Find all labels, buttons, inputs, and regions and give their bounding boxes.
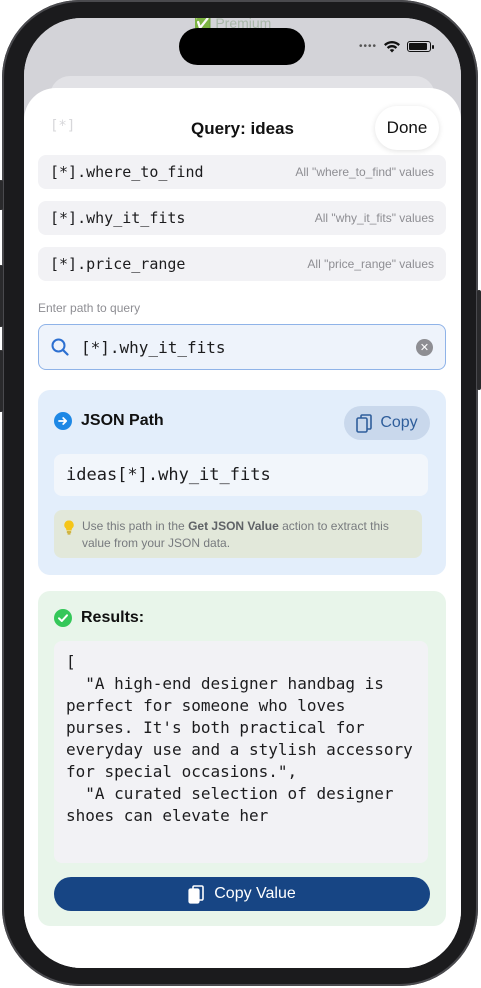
battery-icon [407, 41, 434, 52]
results-header: Results: [54, 609, 144, 627]
results-title: Results: [81, 609, 145, 626]
tip-prefix: Use this path in the [82, 519, 189, 533]
copy-button-label: Copy [380, 414, 418, 431]
signal-icon: •••• [358, 41, 377, 52]
copy-icon [188, 884, 205, 904]
copy-button[interactable]: Copy [344, 406, 430, 440]
wifi-icon [384, 41, 400, 53]
results-output[interactable]: [ "A high-end designer handbag is perfec… [54, 641, 428, 863]
done-button[interactable]: Done [375, 106, 439, 150]
usage-tip: Use this path in the Get JSON Value acti… [54, 510, 422, 558]
status-bar: •••• [358, 40, 434, 53]
suggestion-description: All "price_range" values [307, 257, 434, 271]
tip-action: Get JSON Value [188, 519, 279, 533]
results-card: Results: [ "A high-end designer handbag … [38, 591, 446, 926]
query-input[interactable] [79, 336, 416, 358]
arrow-right-circle-icon [54, 412, 72, 430]
json-path-card: JSON Path Copy ideas[*].why_it_fits Use … [38, 390, 446, 575]
checkmark-circle-icon [54, 609, 72, 627]
suggestion-item[interactable]: [*].price_range All "price_range" values [38, 247, 446, 281]
sheet-header: [*] Query: ideas Done [24, 88, 461, 158]
suggestion-description: All "why_it_fits" values [314, 211, 434, 225]
json-path-header: JSON Path [54, 412, 164, 430]
screen: ✅ Premium •••• [*] Query: ideas Done [*]… [24, 18, 461, 968]
phone-frame: ✅ Premium •••• [*] Query: ideas Done [*]… [0, 0, 481, 986]
search-icon [51, 338, 69, 356]
volume-up-button [0, 265, 3, 327]
suggestion-path: [*].where_to_find [50, 163, 204, 181]
query-field[interactable]: ✕ [38, 324, 446, 370]
clear-icon[interactable]: ✕ [416, 338, 433, 356]
suggestion-item[interactable]: [*].why_it_fits All "why_it_fits" values [38, 201, 446, 235]
query-field-label: Enter path to query [38, 301, 141, 315]
suggestion-path: [*].why_it_fits [50, 209, 186, 227]
copy-value-button[interactable]: Copy Value [54, 877, 430, 911]
json-path-value: ideas[*].why_it_fits [54, 454, 428, 496]
copy-value-label: Copy Value [214, 885, 296, 902]
action-button [0, 180, 3, 210]
json-path-title: JSON Path [81, 412, 164, 429]
suggestion-path: [*].price_range [50, 255, 186, 273]
power-button [477, 290, 481, 390]
lightbulb-icon [64, 520, 74, 535]
volume-down-button [0, 350, 3, 412]
dynamic-island [179, 28, 305, 65]
copy-icon [356, 413, 373, 433]
suggestion-description: All "where_to_find" values [295, 165, 434, 179]
query-sheet: [*] Query: ideas Done [*].where_to_find … [24, 88, 461, 968]
suggestion-item[interactable]: [*].where_to_find All "where_to_find" va… [38, 155, 446, 189]
